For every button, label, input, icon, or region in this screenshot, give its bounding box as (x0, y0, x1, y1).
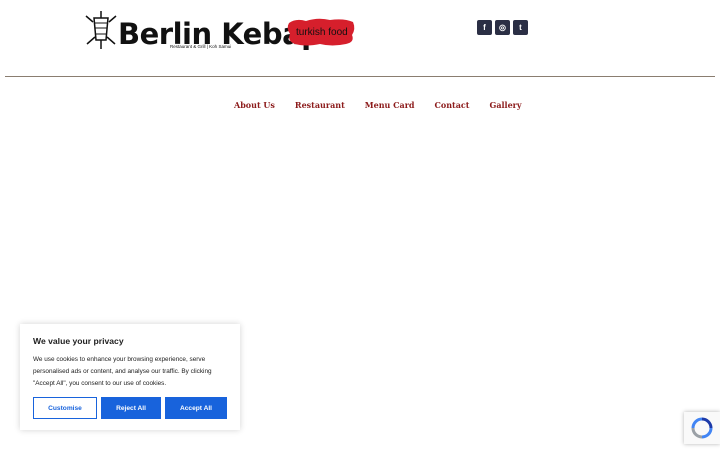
main-navigation: About Us Restaurant Menu Card Contact Ga… (234, 100, 522, 110)
recaptcha-icon (691, 417, 713, 439)
recaptcha-badge[interactable] (684, 412, 720, 444)
social-links: f ◎ t (477, 20, 528, 35)
nav-restaurant[interactable]: Restaurant (295, 100, 345, 110)
nav-about-us[interactable]: About Us (234, 100, 275, 110)
instagram-icon[interactable]: ◎ (495, 20, 510, 35)
doner-kebab-icon (85, 11, 117, 49)
badge-text: turkish food (296, 27, 348, 38)
header-divider (5, 76, 715, 77)
customise-button[interactable]: Customise (33, 397, 97, 419)
nav-menu-card[interactable]: Menu Card (365, 100, 415, 110)
cookie-description: We use cookies to enhance your browsing … (33, 356, 212, 387)
tumblr-icon[interactable]: t (513, 20, 528, 35)
facebook-icon[interactable]: f (477, 20, 492, 35)
site-logo[interactable]: Berlin Kebap Restaurant & Grill | Koh Sa… (84, 10, 356, 54)
cookie-consent-banner: We value your privacy We use cookies to … (20, 324, 240, 430)
nav-contact[interactable]: Contact (435, 100, 470, 110)
reject-all-button[interactable]: Reject All (101, 397, 161, 419)
brand-tagline: Restaurant & Grill | Koh Samui (170, 44, 232, 49)
nav-gallery[interactable]: Gallery (489, 100, 521, 110)
accept-all-button[interactable]: Accept All (165, 397, 227, 419)
cookie-title: We value your privacy (33, 336, 124, 346)
